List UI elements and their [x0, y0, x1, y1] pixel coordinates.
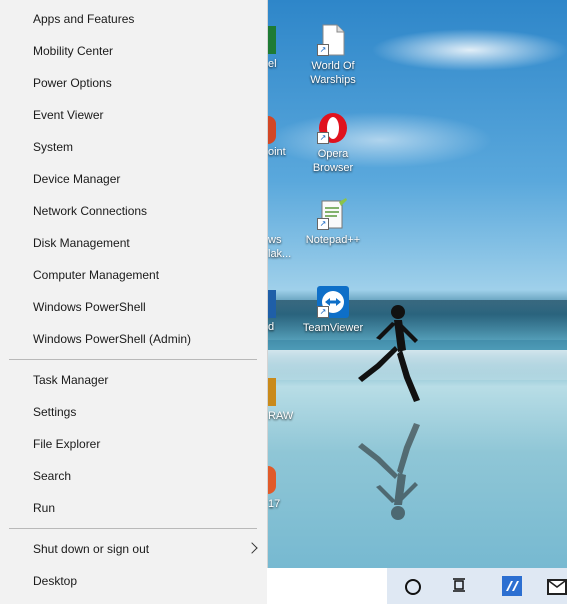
menu-item-label: Windows PowerShell: [33, 300, 146, 314]
menu-item-label: Task Manager: [33, 373, 109, 387]
menu-item-label: Computer Management: [33, 268, 160, 282]
taskbar-app-button[interactable]: [487, 568, 535, 604]
cortana-button[interactable]: [387, 568, 435, 604]
menu-item-shut-down-or-sign-out[interactable]: Shut down or sign out: [0, 533, 267, 565]
menu-item-label: Windows PowerShell (Admin): [33, 332, 192, 346]
menu-item-label: Desktop: [33, 574, 78, 588]
menu-item-task-manager[interactable]: Task Manager: [0, 364, 267, 396]
task-view-button[interactable]: [435, 568, 483, 604]
desktop-icon-world-of-warships[interactable]: ↗ World Of Warships: [298, 24, 368, 87]
menu-item-label: Apps and Features: [33, 12, 135, 26]
shortcut-arrow-icon: ↗: [317, 44, 329, 56]
menu-item-label: Mobility Center: [33, 44, 114, 58]
menu-item-search[interactable]: Search: [0, 460, 267, 492]
task-view-icon: [453, 578, 465, 592]
menu-item-label: Shut down or sign out: [33, 542, 150, 556]
desktop-icon-opera[interactable]: ↗ Opera Browser: [298, 112, 368, 175]
partial-app-icon[interactable]: [268, 378, 276, 406]
menu-item-label: Run: [33, 501, 56, 515]
menu-item-disk-management[interactable]: Disk Management: [0, 227, 267, 259]
menu-item-run[interactable]: Run: [0, 492, 267, 524]
menu-item-computer-management[interactable]: Computer Management: [0, 259, 267, 291]
menu-item-label: Network Connections: [33, 204, 148, 218]
menu-item-label: Event Viewer: [33, 108, 104, 122]
partial-app-icon[interactable]: [268, 290, 276, 318]
document-icon: ↗: [317, 24, 349, 56]
menu-item-power-options[interactable]: Power Options: [0, 67, 267, 99]
partial-label: 17: [268, 498, 281, 510]
menu-separator: [9, 359, 257, 360]
partial-label: RAW: [268, 410, 294, 422]
menu-item-label: Device Manager: [33, 172, 121, 186]
notepadpp-icon: ↗: [317, 198, 349, 230]
menu-item-label: Search: [33, 469, 72, 483]
teamviewer-icon: ↗: [317, 286, 349, 318]
shortcut-arrow-icon: ↗: [317, 132, 329, 144]
runner-reflection: [358, 423, 420, 520]
partial-label: ws: [268, 234, 282, 246]
partial-label: d: [268, 321, 275, 333]
menu-item-network-connections[interactable]: Network Connections: [0, 195, 267, 227]
mail-button[interactable]: [537, 568, 567, 604]
desktop-icon-teamviewer[interactable]: ↗ TeamViewer: [298, 286, 368, 335]
partial-label: lak...: [268, 248, 292, 260]
menu-item-event-viewer[interactable]: Event Viewer: [0, 99, 267, 131]
taskbar: [387, 568, 567, 604]
menu-item-label: Power Options: [33, 76, 112, 90]
mail-icon: [547, 579, 567, 595]
partial-label: el: [268, 58, 277, 70]
taskbar-search-box[interactable]: [267, 568, 387, 604]
menu-item-file-explorer[interactable]: File Explorer: [0, 428, 267, 460]
winx-menu: Apps and Features Mobility Center Power …: [0, 0, 268, 604]
chevron-right-icon: [246, 542, 258, 554]
menu-item-windows-powershell[interactable]: Windows PowerShell: [0, 291, 267, 323]
desktop-icon-label: Opera Browser: [312, 148, 354, 174]
desktop-icon-label: World Of Warships: [310, 60, 356, 86]
desktop-icon-notepadpp[interactable]: ↗ Notepad++: [298, 198, 368, 247]
partial-app-icon[interactable]: [268, 466, 276, 494]
shortcut-arrow-icon: ↗: [317, 306, 329, 318]
menu-item-settings[interactable]: Settings: [0, 396, 267, 428]
menu-item-windows-powershell-admin[interactable]: Windows PowerShell (Admin): [0, 323, 267, 355]
menu-item-label: File Explorer: [33, 437, 101, 451]
menu-item-device-manager[interactable]: Device Manager: [0, 163, 267, 195]
partial-label: oint: [268, 146, 286, 158]
menu-item-mobility-center[interactable]: Mobility Center: [0, 35, 267, 67]
shortcut-arrow-icon: ↗: [317, 218, 329, 230]
app-tile-icon: [502, 576, 522, 596]
menu-item-system[interactable]: System: [0, 131, 267, 163]
menu-item-label: Disk Management: [33, 236, 130, 250]
desktop-icon-label: Notepad++: [305, 234, 361, 246]
cortana-icon: [405, 579, 421, 595]
menu-item-label: System: [33, 140, 74, 154]
opera-icon: ↗: [317, 112, 349, 144]
menu-item-apps-and-features[interactable]: Apps and Features: [0, 3, 267, 35]
menu-item-desktop[interactable]: Desktop: [0, 565, 267, 597]
partial-excel-icon[interactable]: [268, 26, 276, 54]
desktop-icon-label: TeamViewer: [302, 322, 364, 334]
partial-powerpoint-icon[interactable]: [268, 116, 276, 144]
menu-item-label: Settings: [33, 405, 77, 419]
menu-separator: [9, 528, 257, 529]
